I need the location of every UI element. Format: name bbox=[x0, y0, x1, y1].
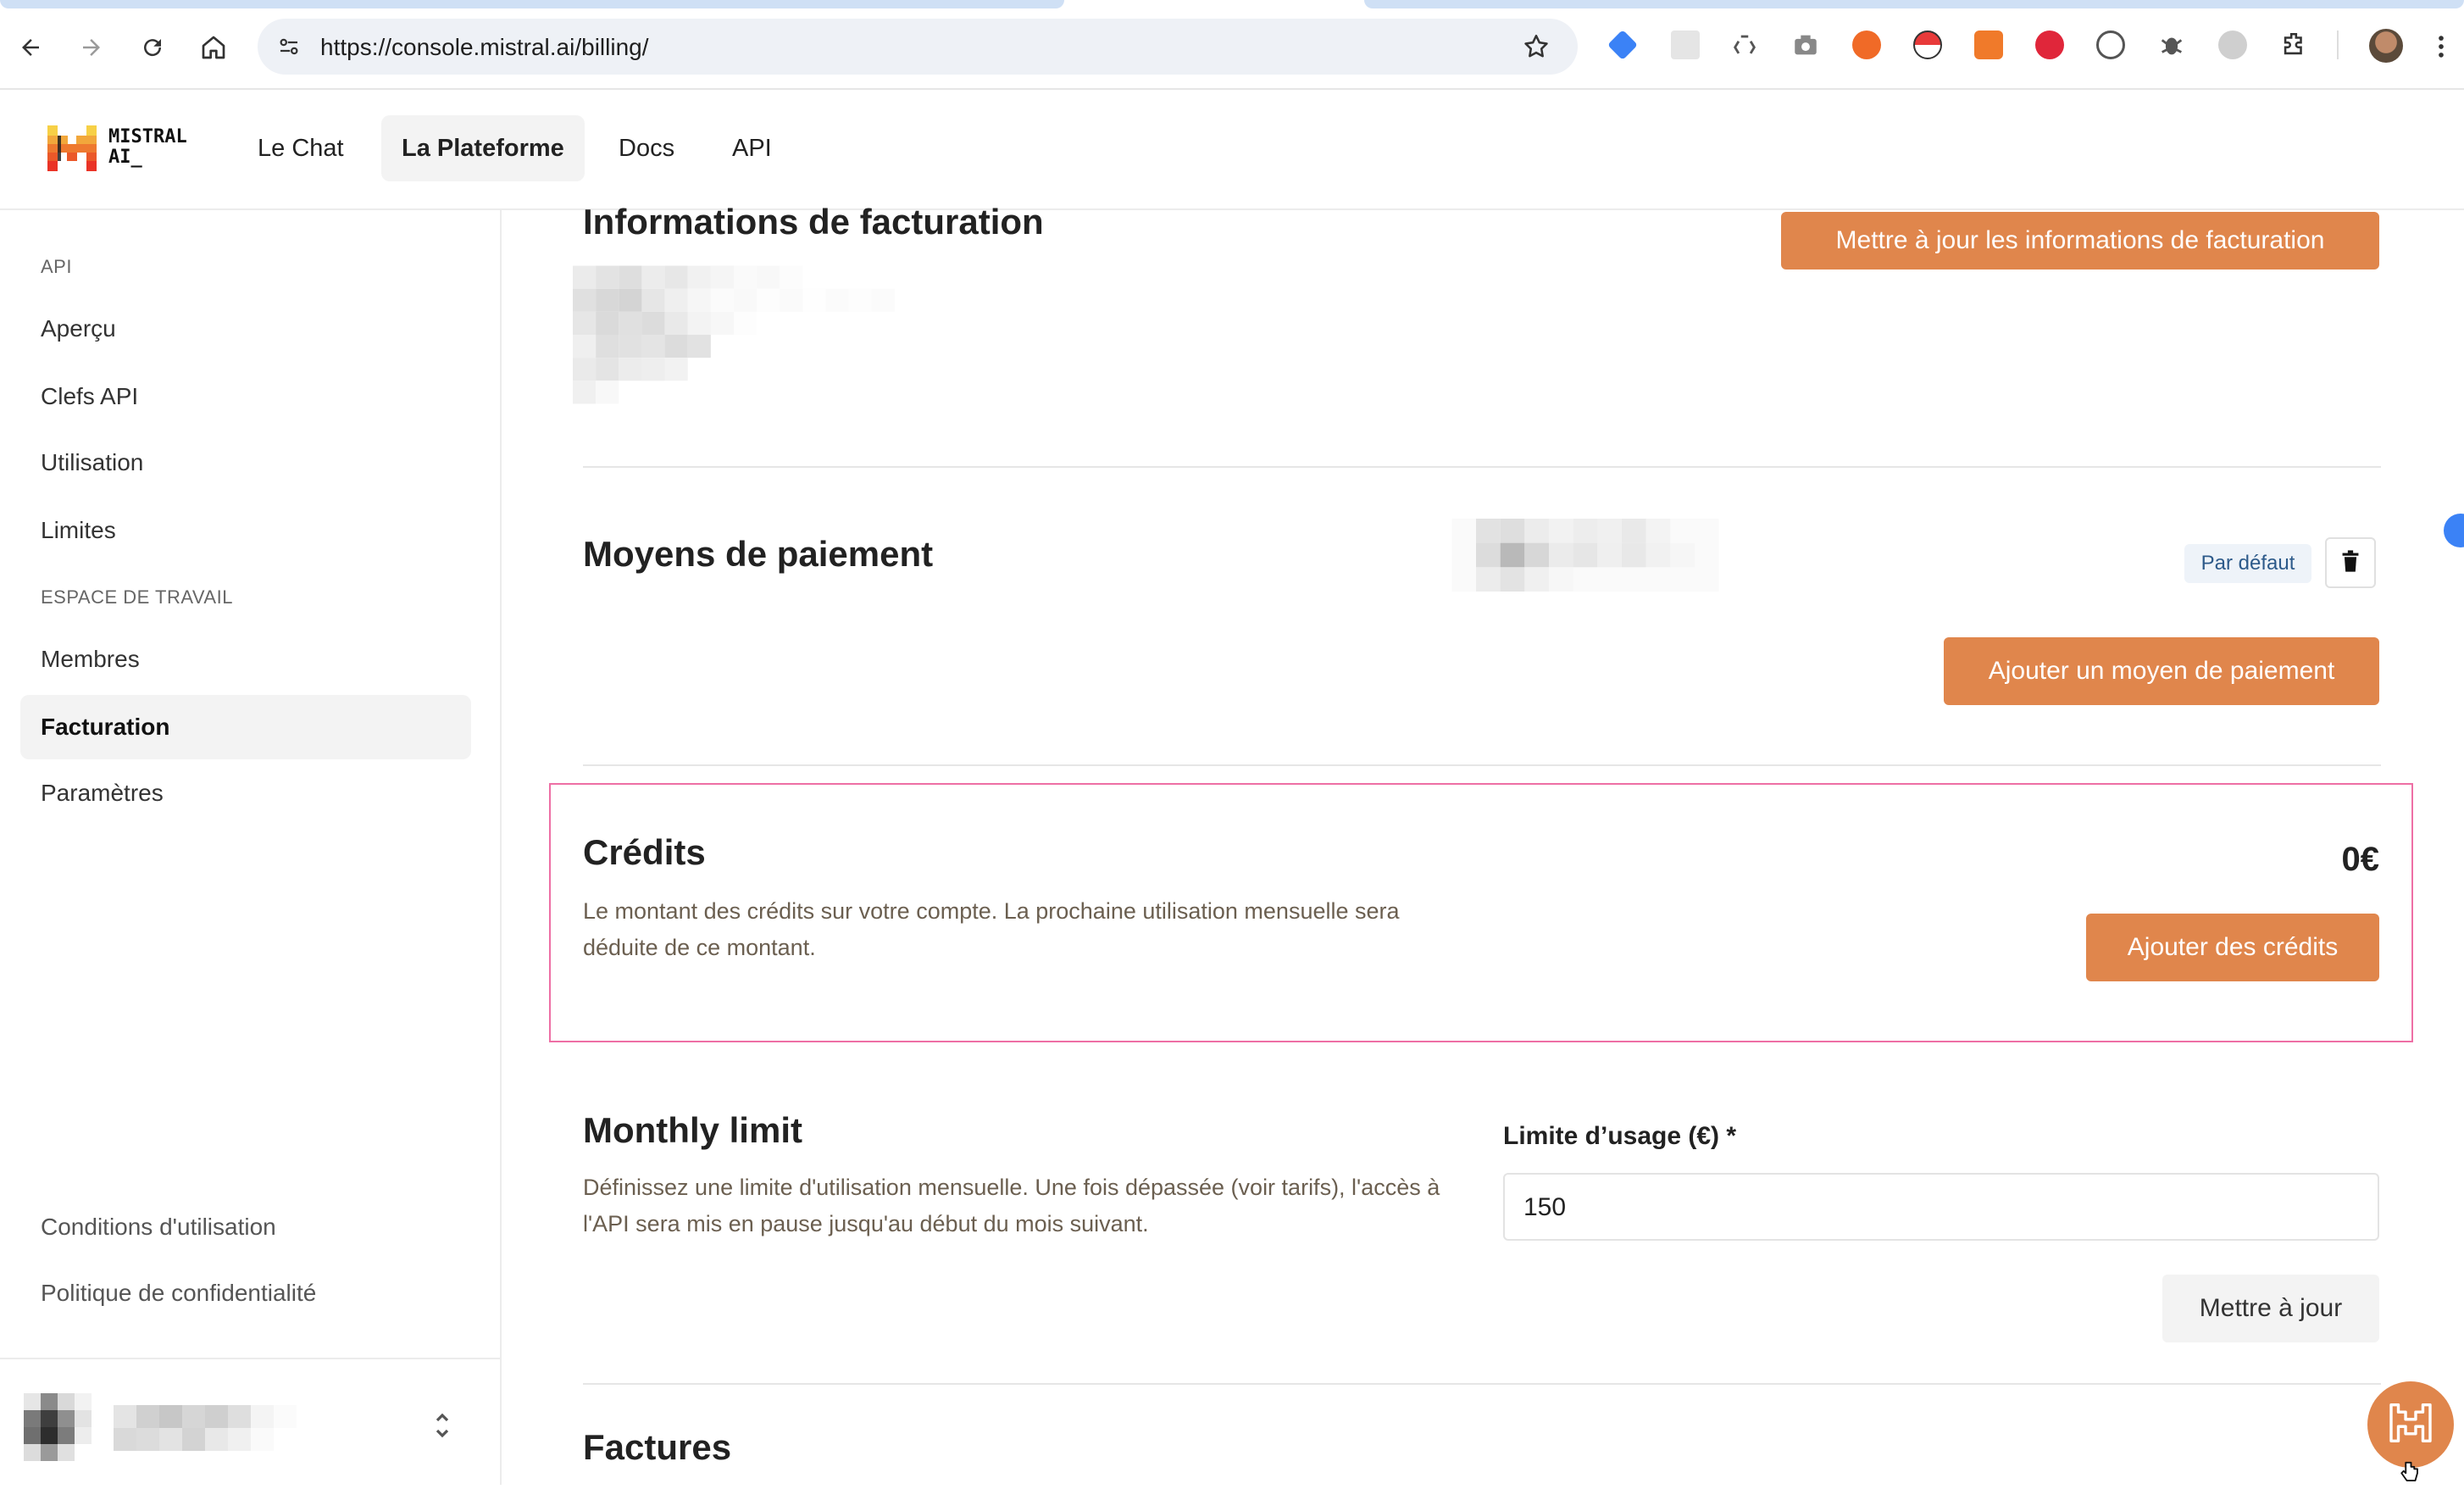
credits-description: Le montant des crédits sur votre compte.… bbox=[583, 898, 1400, 960]
billing-info-title: Informations de facturation bbox=[583, 202, 1044, 242]
extension-camera-icon[interactable] bbox=[1791, 31, 1820, 59]
browser-menu-icon[interactable] bbox=[2435, 32, 2447, 65]
sidebar-item-membres[interactable]: Membres bbox=[20, 627, 471, 692]
browser-tab[interactable] bbox=[0, 0, 1064, 8]
chevron-up-down-icon bbox=[434, 1408, 451, 1447]
credits-title: Crédits bbox=[583, 832, 706, 872]
extension-map-icon[interactable] bbox=[1671, 31, 1700, 59]
extension-recycle-icon[interactable] bbox=[1730, 31, 1759, 59]
extension-bug-icon[interactable] bbox=[2157, 31, 2186, 59]
billing-address-redacted bbox=[573, 263, 895, 407]
monthly-limit-title: Monthly limit bbox=[583, 1110, 802, 1150]
default-badge: Par défaut bbox=[2184, 544, 2311, 583]
terms-link[interactable]: Conditions d'utilisation bbox=[41, 1214, 276, 1241]
tab-strip bbox=[0, 0, 2464, 8]
update-billing-info-button[interactable]: Mettre à jour les informations de factur… bbox=[1781, 212, 2379, 269]
usage-limit-input[interactable]: 150 bbox=[1503, 1173, 2379, 1241]
extension-hydrant-icon[interactable] bbox=[1974, 31, 2003, 59]
trash-icon bbox=[2341, 549, 2360, 576]
account-avatar bbox=[24, 1393, 92, 1461]
sidebar-item-parametres[interactable]: Paramètres bbox=[20, 761, 471, 825]
profile-avatar[interactable] bbox=[2369, 29, 2403, 63]
update-limit-button[interactable]: Mettre à jour bbox=[2162, 1275, 2379, 1342]
extension-gear-icon[interactable] bbox=[2218, 31, 2247, 59]
mistral-logo-icon[interactable] bbox=[47, 125, 97, 175]
reload-icon[interactable] bbox=[132, 27, 173, 68]
sidebar-item-limites[interactable]: Limites bbox=[20, 498, 471, 563]
nav-la-plateforme[interactable]: La Plateforme bbox=[381, 115, 585, 181]
card-number-redacted bbox=[1432, 519, 1739, 592]
invoices-title: Factures bbox=[583, 1427, 732, 1467]
credits-amount: 0€ bbox=[2341, 841, 2380, 878]
section-divider bbox=[583, 764, 2381, 766]
section-divider bbox=[583, 466, 2381, 468]
nav-docs[interactable]: Docs bbox=[598, 115, 695, 181]
mistral-chat-icon bbox=[2389, 1403, 2432, 1447]
account-switcher[interactable] bbox=[20, 1385, 478, 1470]
privacy-link[interactable]: Politique de confidentialité bbox=[41, 1280, 316, 1307]
arrow-left-icon[interactable] bbox=[10, 27, 51, 68]
url-text[interactable]: https://console.mistral.ai/billing/ bbox=[320, 34, 649, 61]
sidebar-item-apercu[interactable]: Aperçu bbox=[20, 297, 471, 361]
browser-tab[interactable] bbox=[1364, 0, 2464, 8]
sidebar-item-facturation[interactable]: Facturation bbox=[20, 695, 471, 759]
usage-limit-value: 150 bbox=[1523, 1193, 1567, 1221]
extension-pokeball-icon[interactable] bbox=[1913, 31, 1942, 59]
app-header: MISTRAL AI_ Le Chat La Plateforme Docs A… bbox=[0, 90, 2464, 210]
sidebar: API Aperçu Clefs API Utilisation Limites… bbox=[0, 210, 502, 1485]
site-settings-icon[interactable] bbox=[276, 34, 302, 64]
extension-drop-icon[interactable] bbox=[2035, 31, 2064, 59]
browser-toolbar: https://console.mistral.ai/billing/ bbox=[0, 0, 2464, 90]
section-divider bbox=[583, 1383, 2381, 1385]
extension-duckduckgo-icon[interactable] bbox=[1852, 31, 1881, 59]
sidebar-divider bbox=[0, 1358, 500, 1359]
extensions-puzzle-icon[interactable] bbox=[2279, 31, 2308, 59]
nav-le-chat[interactable]: Le Chat bbox=[237, 115, 364, 181]
add-credits-button[interactable]: Ajouter des crédits bbox=[2086, 914, 2379, 981]
help-chat-button[interactable] bbox=[2367, 1381, 2454, 1468]
sidebar-item-utilisation[interactable]: Utilisation bbox=[20, 431, 471, 495]
address-bar[interactable]: https://console.mistral.ai/billing/ bbox=[258, 19, 1578, 75]
payment-methods-title: Moyens de paiement bbox=[583, 534, 934, 574]
main-content: Informations de facturation Mettre à jou… bbox=[502, 202, 2464, 1485]
sidebar-section-api: API bbox=[41, 256, 72, 277]
brand-line-1: MISTRAL bbox=[108, 126, 187, 147]
add-payment-method-button[interactable]: Ajouter un moyen de paiement bbox=[1944, 637, 2379, 705]
monthly-limit-description: Définissez une limite d'utilisation mens… bbox=[583, 1175, 1440, 1236]
sidebar-section-workspace: ESPACE DE TRAVAIL bbox=[41, 586, 233, 608]
brand-line-2: AI_ bbox=[108, 147, 142, 168]
nav-api[interactable]: API bbox=[712, 115, 792, 181]
brand-wordmark: MISTRAL AI_ bbox=[108, 127, 187, 168]
account-name-redacted bbox=[112, 1405, 298, 1451]
toolbar-divider bbox=[2337, 31, 2339, 59]
delete-payment-button[interactable] bbox=[2325, 537, 2376, 588]
arrow-right-icon[interactable] bbox=[71, 27, 112, 68]
extension-openai-icon[interactable] bbox=[2096, 31, 2125, 59]
home-icon[interactable] bbox=[193, 27, 234, 68]
extension-tag-icon[interactable] bbox=[1607, 29, 1639, 61]
bookmark-star-icon[interactable] bbox=[1522, 32, 1551, 65]
usage-limit-label: Limite d’usage (€) * bbox=[1503, 1122, 1737, 1150]
sidebar-item-clefs-api[interactable]: Clefs API bbox=[20, 364, 471, 429]
